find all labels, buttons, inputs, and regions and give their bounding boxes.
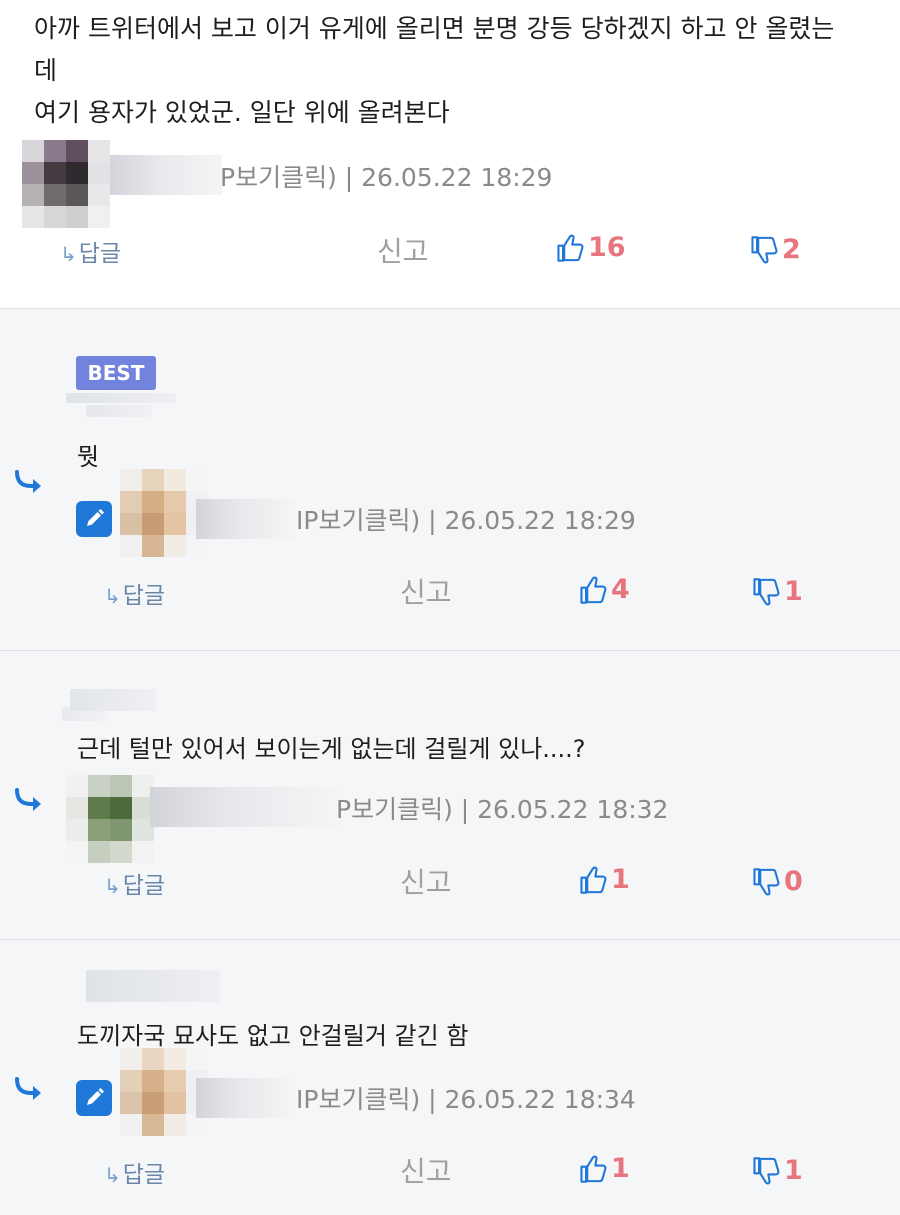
reply-button[interactable]: ↳답글 (104, 576, 165, 610)
like-count: 1 (611, 864, 630, 895)
avatar[interactable] (66, 775, 154, 863)
author-name-blur (66, 393, 176, 403)
thumbs-up-icon (557, 234, 584, 262)
reply-button[interactable]: ↳답글 (60, 234, 121, 268)
comment-line: 아까 트위터에서 보고 이거 유게에 올리면 분명 강등 당하겠지 하고 안 올… (34, 14, 835, 43)
dislike-button[interactable]: 0 (752, 866, 803, 897)
reply-comment: 근데 털만 있어서 보이는게 없는데 걸릴게 있나....? P보기클릭) | … (0, 650, 900, 939)
like-button[interactable]: 1 (579, 1153, 630, 1184)
report-button[interactable]: 신고 (400, 861, 452, 901)
author-name[interactable] (196, 1078, 296, 1118)
like-count: 16 (588, 232, 626, 263)
reply-arrow-icon (15, 470, 41, 493)
like-button[interactable]: 4 (579, 574, 630, 605)
main-comment: 아까 트위터에서 보고 이거 유게에 올리면 분명 강등 당하겠지 하고 안 올… (0, 0, 900, 308)
report-button[interactable]: 신고 (400, 1150, 452, 1190)
dislike-count: 1 (784, 1155, 803, 1186)
author-name[interactable] (196, 499, 296, 539)
dislike-button[interactable]: 1 (752, 576, 803, 607)
thumbs-up-icon (580, 866, 607, 894)
reply-text: 근데 털만 있어서 보이는게 없는데 걸릴게 있나....? (77, 735, 586, 763)
thumbs-down-icon (753, 1156, 780, 1184)
author-name[interactable] (150, 787, 340, 827)
avatar[interactable] (120, 469, 208, 557)
comment-line: 여기 용자가 있었군. 일단 위에 올려본다 (34, 98, 450, 127)
dislike-button[interactable]: 2 (750, 234, 801, 265)
best-badge: BEST (76, 356, 156, 390)
comment-actions: ↳답글 신고 16 2 (0, 226, 900, 270)
report-button[interactable]: 신고 (377, 230, 429, 270)
reply-arrow-small-icon: ↳ (104, 874, 121, 898)
thumbs-down-icon (753, 867, 780, 895)
comment-actions: ↳답글 신고 4 1 (0, 567, 900, 611)
reply-arrow-icon (15, 788, 41, 811)
comment-line: 데 (34, 56, 58, 85)
thumbs-down-icon (751, 235, 778, 263)
report-button[interactable]: 신고 (400, 571, 452, 611)
reply-arrow-small-icon: ↳ (60, 242, 77, 266)
reply-button[interactable]: ↳답글 (104, 866, 165, 900)
avatar[interactable] (120, 1048, 208, 1136)
dislike-count: 1 (784, 576, 803, 607)
reply-comment: 도끼자국 묘사도 없고 안걸릴거 같긴 함 IP보기클릭) | 26.05.22… (0, 939, 900, 1215)
comment-meta: P보기클릭) | 26.05.22 18:29 (220, 163, 553, 192)
reply-button[interactable]: ↳답글 (104, 1155, 165, 1189)
reply-text: 도끼자국 묘사도 없고 안걸릴거 같긴 함 (77, 1022, 469, 1050)
reply-arrow-small-icon: ↳ (104, 1163, 121, 1187)
comment-text: 아까 트위터에서 보고 이거 유게에 올리면 분명 강등 당하겠지 하고 안 올… (34, 8, 874, 134)
thumbs-up-icon (580, 576, 607, 604)
pencil-icon (76, 1080, 112, 1116)
pencil-icon (76, 501, 112, 537)
comment-meta: P보기클릭) | 26.05.22 18:32 (336, 795, 669, 824)
reply-arrow-icon (15, 1077, 41, 1100)
author-name-blur (62, 707, 108, 721)
like-count: 1 (611, 1153, 630, 1184)
dislike-count: 2 (782, 234, 801, 265)
author-name-blur (86, 405, 152, 417)
dislike-button[interactable]: 1 (752, 1155, 803, 1186)
avatar[interactable] (22, 140, 110, 228)
thumbs-down-icon (753, 577, 780, 605)
reply-arrow-small-icon: ↳ (104, 584, 121, 608)
reply-comment: BEST 뭣 IP보기클릭) | 26.05.22 18:29 ↳답글 신고 4… (0, 308, 900, 650)
dislike-count: 0 (784, 866, 803, 897)
like-button[interactable]: 1 (579, 864, 630, 895)
author-name-blur (86, 970, 220, 1002)
like-count: 4 (611, 574, 630, 605)
author-name[interactable] (110, 155, 222, 195)
comment-meta: IP보기클릭) | 26.05.22 18:34 (296, 1085, 636, 1114)
comment-meta: IP보기클릭) | 26.05.22 18:29 (296, 506, 636, 535)
thumbs-up-icon (580, 1155, 607, 1183)
comment-actions: ↳답글 신고 1 1 (0, 1146, 900, 1190)
reply-text: 뭣 (77, 443, 100, 471)
comment-actions: ↳답글 신고 1 0 (0, 857, 900, 901)
like-button[interactable]: 16 (556, 232, 626, 263)
